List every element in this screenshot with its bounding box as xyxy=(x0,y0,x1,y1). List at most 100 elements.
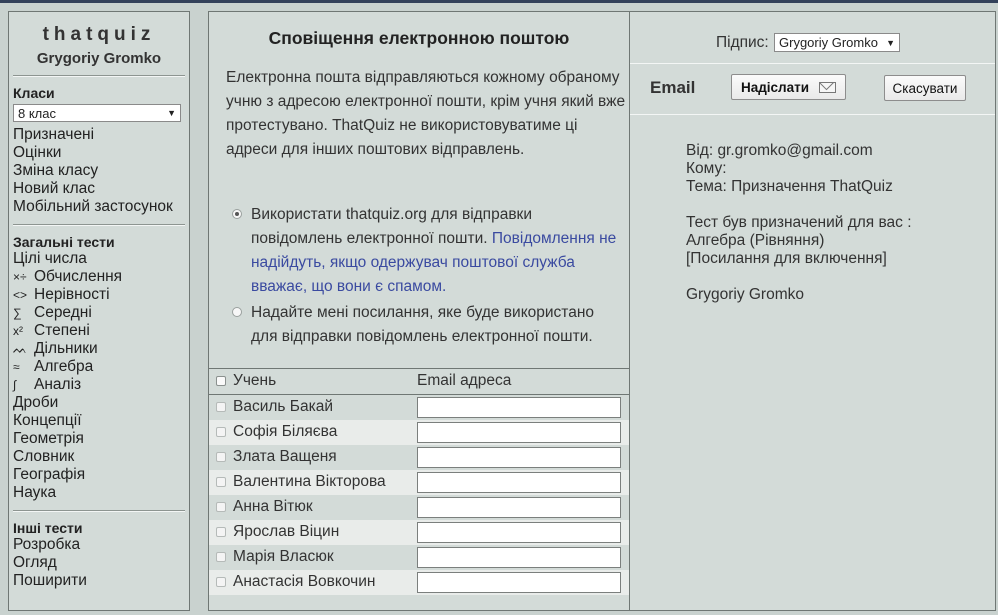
student-checkbox[interactable] xyxy=(216,452,226,462)
sidebar-item-general-12[interactable]: Географія xyxy=(13,466,189,484)
sidebar-item-class-2[interactable]: Зміна класу xyxy=(13,162,189,180)
student-column-header: Учень xyxy=(233,372,277,389)
student-checkbox[interactable] xyxy=(216,477,226,487)
student-checkbox[interactable] xyxy=(216,552,226,562)
sidebar: thatquiz Grygoriy Gromko Класи 8 клас ▼ … xyxy=(8,11,190,611)
email-title: Email xyxy=(650,78,696,97)
student-name: Злата Ващеня xyxy=(233,448,337,465)
divider xyxy=(13,75,185,77)
students-table: Учень Email адреса Василь Бакай Софія Біл… xyxy=(209,368,629,595)
option-provide-link[interactable]: Надайте мені посилання, яке буде викорис… xyxy=(232,301,622,349)
other-tests-heading: Інші тести xyxy=(13,520,83,536)
student-email-input[interactable] xyxy=(417,572,621,593)
sidebar-item-class-4[interactable]: Мобільний застосунок xyxy=(13,198,189,216)
student-name: Марія Власюк xyxy=(233,548,334,565)
email-column-header: Email адреса xyxy=(417,372,512,389)
sidebar-item-label: Геометрія xyxy=(13,430,84,447)
chevron-down-icon: ▼ xyxy=(886,37,895,48)
sidebar-item-general-9[interactable]: Концепції xyxy=(13,412,189,430)
student-checkbox[interactable] xyxy=(216,527,226,537)
preview-body-line: Алгебра (Рівняння) xyxy=(686,232,825,249)
divisors-icon: ᨓ xyxy=(13,342,28,356)
sidebar-item-general-4[interactable]: x² Степені xyxy=(13,322,189,340)
sidebar-item-general-3[interactable]: ∑ Середні xyxy=(13,304,189,322)
student-name: Анастасія Вовкочин xyxy=(233,573,376,590)
sidebar-item-general-7[interactable]: ∫ Аналіз xyxy=(13,376,189,394)
student-checkbox[interactable] xyxy=(216,502,226,512)
preview-from: Від: gr.gromko@gmail.com xyxy=(686,142,873,159)
sidebar-item-general-0[interactable]: Цілі числа xyxy=(13,250,189,268)
student-email-input[interactable] xyxy=(417,422,621,443)
radio-provide-link[interactable] xyxy=(232,307,242,317)
sidebar-item-other-2[interactable]: Поширити xyxy=(13,572,189,590)
sidebar-item-label: Середні xyxy=(34,304,92,321)
sidebar-item-general-13[interactable]: Наука xyxy=(13,484,189,502)
student-email-input[interactable] xyxy=(417,447,621,468)
email-notification-panel: Сповіщення електронною поштою Електронна… xyxy=(208,11,996,611)
email-preview: Від: gr.gromko@gmail.com Кому: Тема: При… xyxy=(630,114,995,615)
sidebar-item-general-10[interactable]: Геометрія xyxy=(13,430,189,448)
sidebar-item-general-2[interactable]: <> Нерівності xyxy=(13,286,189,304)
student-email-input[interactable] xyxy=(417,522,621,543)
student-email-input[interactable] xyxy=(417,472,621,493)
settings-column: Сповіщення електронною поштою Електронна… xyxy=(209,12,630,610)
table-row: Василь Бакай xyxy=(209,395,629,420)
sidebar-item-other-0[interactable]: Розробка xyxy=(13,536,189,554)
select-all-checkbox[interactable] xyxy=(216,376,226,386)
student-email-input[interactable] xyxy=(417,547,621,568)
chevron-down-icon: ▼ xyxy=(167,108,176,118)
table-row: Злата Ващеня xyxy=(209,445,629,470)
student-checkbox[interactable] xyxy=(216,402,226,412)
sidebar-item-other-1[interactable]: Огляд xyxy=(13,554,189,572)
algebra-icon: ≈ xyxy=(13,360,20,374)
signature-label: Підпис: xyxy=(716,34,769,51)
sidebar-item-label: Аналіз xyxy=(34,376,82,393)
cancel-button[interactable]: Скасувати xyxy=(884,75,966,101)
option-use-thatquiz-label: Використати thatquiz.org для відправки п… xyxy=(251,206,532,247)
sidebar-item-label: Обчислення xyxy=(34,268,123,285)
table-row: Марія Власюк xyxy=(209,545,629,570)
student-email-input[interactable] xyxy=(417,397,621,418)
signature-select[interactable]: Grygoriy Gromko ▼ xyxy=(774,33,900,52)
table-row: Софія Біляєва xyxy=(209,420,629,445)
sidebar-item-label: Словник xyxy=(13,448,75,465)
sidebar-item-general-8[interactable]: Дроби xyxy=(13,394,189,412)
sidebar-item-general-6[interactable]: ≈ Алгебра xyxy=(13,358,189,376)
sidebar-item-class-1[interactable]: Оцінки xyxy=(13,144,189,162)
sidebar-item-label: Географія xyxy=(13,466,86,483)
sidebar-item-general-5[interactable]: ᨓ Дільники xyxy=(13,340,189,358)
preview-body-line: Тест був призначений для вас : xyxy=(686,214,912,231)
sidebar-item-label: Степені xyxy=(34,322,90,339)
page-title: Сповіщення електронною поштою xyxy=(268,28,570,48)
sidebar-item-label: Цілі числа xyxy=(13,250,87,267)
user-name: Grygoriy Gromko xyxy=(36,50,162,67)
student-name: Софія Біляєва xyxy=(233,423,338,440)
brand-logo: thatquiz xyxy=(42,24,156,45)
preview-subject: Тема: Призначення ThatQuiz xyxy=(686,178,893,195)
general-tests-links: Цілі числа ×÷ Обчислення <> Нерівності ∑ Серед… xyxy=(9,250,189,502)
table-row: Анна Вітюк xyxy=(209,495,629,520)
table-header: Учень Email адреса xyxy=(209,369,629,395)
student-name: Ярослав Віцин xyxy=(233,523,340,540)
student-name: Василь Бакай xyxy=(233,398,333,415)
sidebar-item-general-1[interactable]: ×÷ Обчислення xyxy=(13,268,189,286)
option-use-thatquiz[interactable]: Використати thatquiz.org для відправки п… xyxy=(232,203,622,299)
sidebar-item-class-3[interactable]: Новий клас xyxy=(13,180,189,198)
sidebar-item-general-11[interactable]: Словник xyxy=(13,448,189,466)
send-button-label: Надіслати xyxy=(740,79,810,95)
description-text: Електронна пошта відправляються кожному … xyxy=(226,69,626,158)
sidebar-item-class-0[interactable]: Призначені xyxy=(13,126,189,144)
student-name: Валентина Вікторова xyxy=(233,473,386,490)
email-toolbar: Email Надіслати Скасувати xyxy=(630,63,995,115)
general-tests-heading: Загальні тести xyxy=(13,234,115,250)
radio-use-thatquiz[interactable] xyxy=(232,209,242,219)
signature-select-value: Grygoriy Gromko xyxy=(779,35,878,50)
student-email-input[interactable] xyxy=(417,497,621,518)
class-links: Призначені Оцінки Зміна класу Новий клас Моб… xyxy=(9,126,189,216)
envelope-icon xyxy=(819,81,837,93)
class-select[interactable]: 8 клас ▼ xyxy=(13,104,181,122)
student-checkbox[interactable] xyxy=(216,427,226,437)
signature-row: Підпис: Grygoriy Gromko ▼ xyxy=(630,12,995,64)
student-checkbox[interactable] xyxy=(216,577,226,587)
send-button[interactable]: Надіслати xyxy=(731,74,846,100)
